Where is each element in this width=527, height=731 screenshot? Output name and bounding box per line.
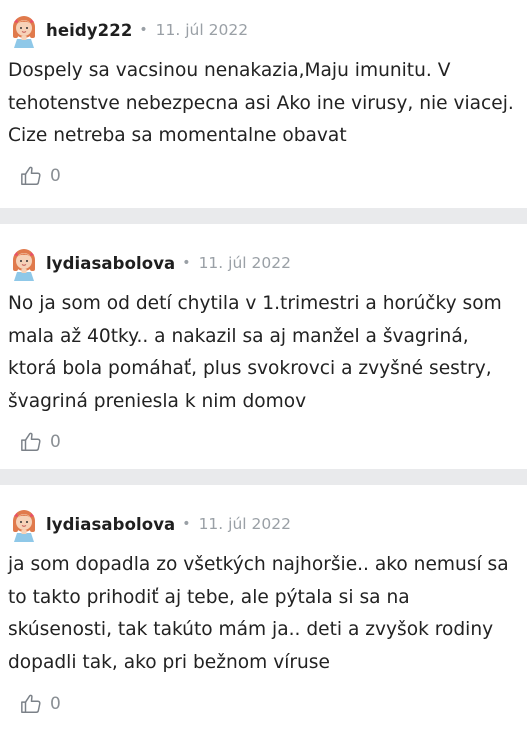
meta-separator: • xyxy=(182,255,191,271)
comment-footer: 0 xyxy=(0,684,527,724)
post-date: 11. júl 2022 xyxy=(155,21,249,39)
meta-separator: • xyxy=(139,22,148,38)
comment-post: lydiasabolova • 11. júl 2022 ja som dopa… xyxy=(0,485,527,731)
comment-text: No ja som od detí chytila v 1.trimestri … xyxy=(8,293,502,412)
comment-post: heidy222 • 11. júl 2022 Dospely sa vacsi… xyxy=(0,0,527,208)
comment-footer: 0 xyxy=(0,156,527,196)
meta-separator: • xyxy=(182,516,191,532)
comment-text: Dospely sa vacsinou nenakazia,Maju imuni… xyxy=(8,60,514,146)
girl-avatar-icon[interactable] xyxy=(6,12,42,48)
username[interactable]: lydiasabolova xyxy=(46,515,175,534)
post-divider xyxy=(0,469,527,485)
comment-footer: 0 xyxy=(0,422,527,462)
like-count: 0 xyxy=(50,165,61,186)
comment-feed: heidy222 • 11. júl 2022 Dospely sa vacsi… xyxy=(0,0,527,731)
post-date: 11. júl 2022 xyxy=(198,254,291,272)
username[interactable]: heidy222 xyxy=(46,21,132,40)
like-count: 0 xyxy=(50,432,61,452)
post-divider xyxy=(0,208,527,224)
comment-text: ja som dopadla zo všetkých najhoršie.. a… xyxy=(8,554,509,673)
comment-header: lydiasabolova • 11. júl 2022 xyxy=(0,224,527,283)
username[interactable]: lydiasabolova xyxy=(46,254,175,273)
thumbs-up-outline-icon[interactable] xyxy=(20,693,42,715)
comment-post: lydiasabolova • 11. júl 2022 No ja som o… xyxy=(0,224,527,469)
thumbs-up-outline-icon[interactable] xyxy=(20,431,42,453)
comment-header: heidy222 • 11. júl 2022 xyxy=(0,0,527,50)
girl-avatar-icon[interactable] xyxy=(6,506,42,542)
girl-avatar-icon[interactable] xyxy=(6,245,42,281)
like-count: 0 xyxy=(50,694,61,714)
thumbs-up-outline-icon[interactable] xyxy=(20,165,42,187)
comment-header: lydiasabolova • 11. júl 2022 xyxy=(0,485,527,544)
post-date: 11. júl 2022 xyxy=(198,515,291,533)
